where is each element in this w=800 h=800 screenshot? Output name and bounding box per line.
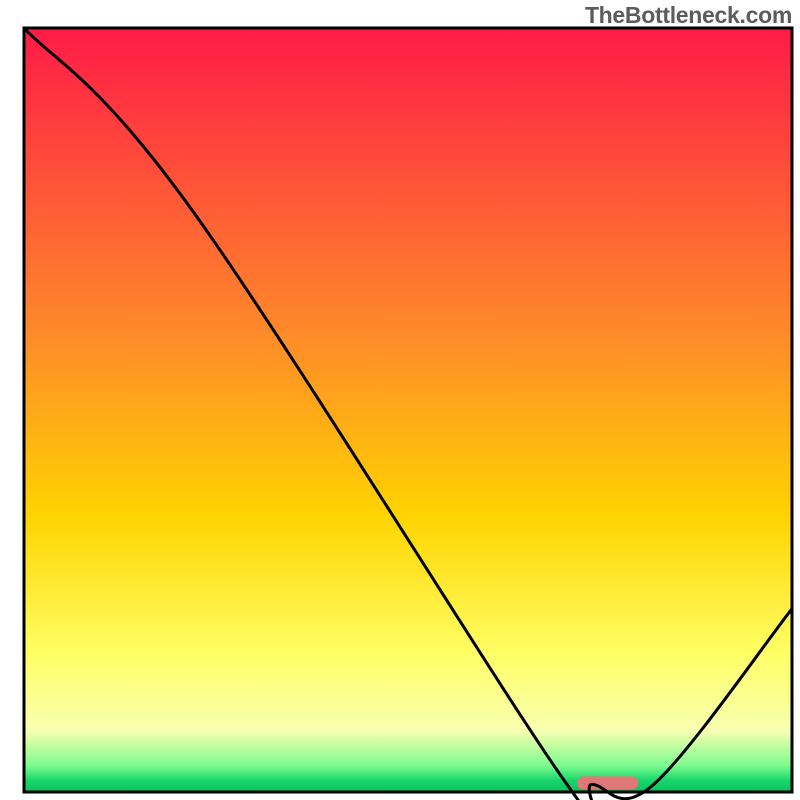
optimum-marker: [577, 776, 638, 789]
watermark-text: TheBottleneck.com: [585, 2, 792, 29]
bottleneck-chart: [0, 0, 800, 800]
chart-container: TheBottleneck.com: [0, 0, 800, 800]
